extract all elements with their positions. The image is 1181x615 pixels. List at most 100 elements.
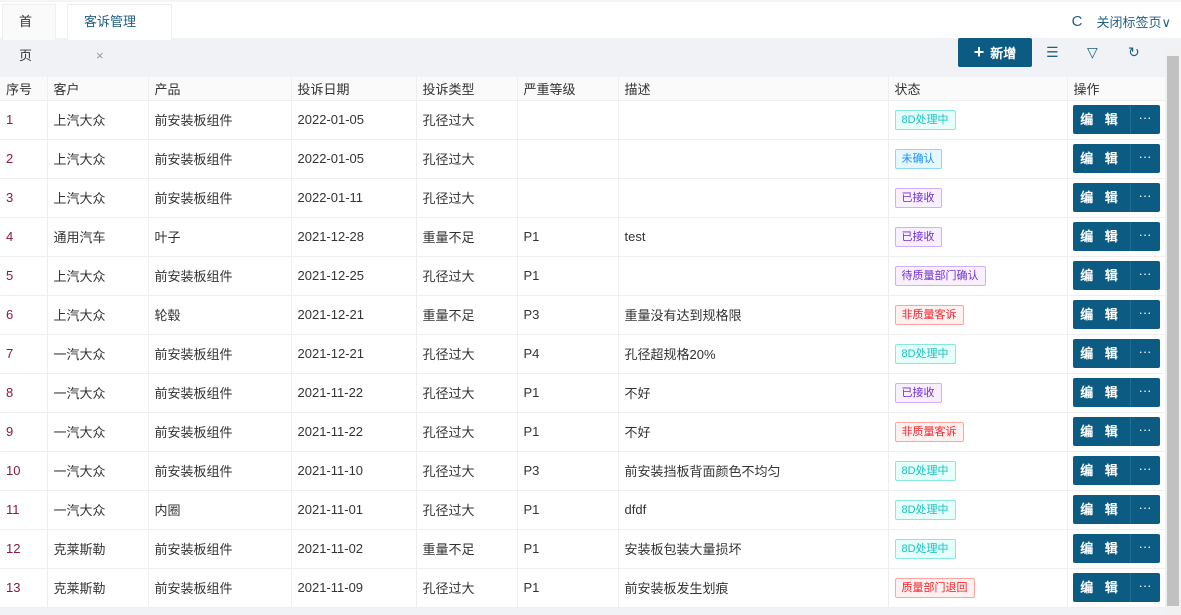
tab-home[interactable]: 首页: [2, 4, 56, 63]
cell-no: 8: [0, 373, 48, 413]
cell-level: P1: [517, 490, 619, 530]
reload-icon[interactable]: ↻: [1128, 44, 1140, 61]
edit-button[interactable]: 编 辑: [1073, 534, 1131, 563]
cell-customer: 一汽大众: [47, 412, 149, 452]
cell-no: 6: [0, 295, 48, 335]
edit-button[interactable]: 编 辑: [1073, 183, 1131, 212]
more-button[interactable]: ···: [1131, 222, 1160, 251]
cell-customer: 上汽大众: [47, 295, 149, 335]
table-row[interactable]: 10 一汽大众 前安装板组件 2021-11-10 孔径过大 P3 前安装挡板背面颜色不均匀…: [0, 451, 1166, 491]
cell-product: 前安装板组件: [148, 178, 292, 218]
refresh-icon[interactable]: C: [1072, 13, 1083, 30]
cell-status: 非质量客诉: [888, 412, 1068, 452]
table-row[interactable]: 5 上汽大众 前安装板组件 2021-12-25 孔径过大 P1 待质量部门确认 编 辑 ···: [0, 256, 1166, 296]
action-group: 编 辑 ···: [1072, 378, 1160, 407]
status-badge: 已接收: [894, 382, 942, 403]
column-header: 描述: [618, 77, 889, 101]
status-badge: 8D处理中: [894, 460, 956, 481]
more-button[interactable]: ···: [1131, 300, 1160, 329]
cell-level: [517, 139, 619, 179]
edit-button[interactable]: 编 辑: [1073, 495, 1131, 524]
edit-button[interactable]: 编 辑: [1073, 339, 1131, 368]
cell-date: 2021-11-22: [291, 412, 417, 452]
more-button[interactable]: ···: [1131, 417, 1160, 446]
cell-customer: 上汽大众: [47, 256, 149, 296]
cell-status: 待质量部门确认: [888, 256, 1068, 296]
cell-desc: [618, 100, 889, 140]
edit-button[interactable]: 编 辑: [1073, 144, 1131, 173]
cell-date: 2021-11-22: [291, 373, 417, 413]
table-row[interactable]: 12 克莱斯勒 前安装板组件 2021-11-02 重量不足 P1 安装板包装大量损坏 8D处…: [0, 529, 1166, 569]
more-button[interactable]: ···: [1131, 339, 1160, 368]
column-header: 客户: [47, 77, 149, 101]
tab-label: 客诉管理: [84, 14, 137, 29]
add-button[interactable]: + 新增: [958, 38, 1032, 67]
more-button[interactable]: ···: [1131, 183, 1160, 212]
more-button[interactable]: ···: [1131, 573, 1160, 602]
edit-button[interactable]: 编 辑: [1073, 222, 1131, 251]
action-group: 编 辑 ···: [1072, 573, 1160, 602]
table-row[interactable]: 9 一汽大众 前安装板组件 2021-11-22 孔径过大 P1 不好 非质量客诉 编 辑 ···: [0, 412, 1166, 452]
close-tabs-dropdown[interactable]: 关闭标签页∨: [1096, 12, 1171, 31]
more-button[interactable]: ···: [1131, 495, 1160, 524]
more-button[interactable]: ···: [1131, 456, 1160, 485]
cell-actions: 编 辑 ···: [1067, 490, 1166, 530]
more-button[interactable]: ···: [1131, 534, 1160, 563]
cell-product: 前安装板组件: [148, 451, 292, 491]
edit-button[interactable]: 编 辑: [1073, 378, 1131, 407]
filter-icon[interactable]: ▽: [1087, 44, 1098, 61]
table-row[interactable]: 3 上汽大众 前安装板组件 2022-01-11 孔径过大 已接收 编 辑 ···: [0, 178, 1166, 218]
cell-customer: 克莱斯勒: [47, 529, 149, 569]
action-group: 编 辑 ···: [1072, 105, 1160, 134]
cell-no: 12: [0, 529, 48, 569]
cell-level: P1: [517, 373, 619, 413]
table-row[interactable]: 13 克莱斯勒 前安装板组件 2021-11-09 孔径过大 P1 前安装板发生划痕 质量部门…: [0, 568, 1166, 608]
cell-customer: 一汽大众: [47, 334, 149, 374]
table-row[interactable]: 8 一汽大众 前安装板组件 2021-11-22 孔径过大 P1 不好 已接收 编 辑 ···: [0, 373, 1166, 413]
action-group: 编 辑 ···: [1072, 183, 1160, 212]
cell-desc: [618, 139, 889, 179]
cell-no: 13: [0, 568, 48, 608]
cell-product: 前安装板组件: [148, 139, 292, 179]
cell-status: 未确认: [888, 139, 1068, 179]
edit-button[interactable]: 编 辑: [1073, 105, 1131, 134]
table-row[interactable]: 7 一汽大众 前安装板组件 2021-12-21 孔径过大 P4 孔径超规格20% 8D处理中…: [0, 334, 1166, 374]
cell-date: 2021-11-02: [291, 529, 417, 569]
more-button[interactable]: ···: [1131, 105, 1160, 134]
edit-button[interactable]: 编 辑: [1073, 261, 1131, 290]
edit-button[interactable]: 编 辑: [1073, 573, 1131, 602]
table-row[interactable]: 6 上汽大众 轮毂 2021-12-21 重量不足 P3 重量没有达到规格限 非质量客诉 编 辑…: [0, 295, 1166, 335]
cell-type: 孔径过大: [416, 100, 518, 140]
table-row[interactable]: 2 上汽大众 前安装板组件 2022-01-05 孔径过大 未确认 编 辑 ···: [0, 139, 1166, 179]
table-row[interactable]: 11 一汽大众 内圈 2021-11-01 孔径过大 P1 dfdf 8D处理中 编 辑 ···: [0, 490, 1166, 530]
cell-status: 8D处理中: [888, 451, 1068, 491]
edit-button[interactable]: 编 辑: [1073, 456, 1131, 485]
edit-button[interactable]: 编 辑: [1073, 300, 1131, 329]
cell-no: 7: [0, 334, 48, 374]
table-row[interactable]: 4 通用汽车 叶子 2021-12-28 重量不足 P1 test 已接收 编 辑 ···: [0, 217, 1166, 257]
more-button[interactable]: ···: [1131, 378, 1160, 407]
cell-no: 3: [0, 178, 48, 218]
cell-desc: 不好: [618, 412, 889, 452]
columns-icon[interactable]: ☰: [1046, 44, 1059, 61]
cell-actions: 编 辑 ···: [1067, 412, 1166, 452]
cell-level: P1: [517, 529, 619, 569]
cell-date: 2022-01-11: [291, 178, 417, 218]
cell-status: 非质量客诉: [888, 295, 1068, 335]
cell-date: 2021-11-09: [291, 568, 417, 608]
cell-no: 11: [0, 490, 48, 530]
cell-type: 孔径过大: [416, 334, 518, 374]
plus-icon: +: [973, 42, 985, 62]
action-group: 编 辑 ···: [1072, 144, 1160, 173]
cell-level: P1: [517, 256, 619, 296]
more-button[interactable]: ···: [1131, 144, 1160, 173]
table-row[interactable]: 1 上汽大众 前安装板组件 2022-01-05 孔径过大 8D处理中 编 辑 ···: [0, 100, 1166, 140]
tab-complaint-management[interactable]: 客诉管理×: [67, 4, 172, 63]
more-button[interactable]: ···: [1131, 261, 1160, 290]
cell-actions: 编 辑 ···: [1067, 139, 1166, 179]
status-badge: 待质量部门确认: [894, 265, 986, 286]
cell-product: 前安装板组件: [148, 412, 292, 452]
edit-button[interactable]: 编 辑: [1073, 417, 1131, 446]
scrollbar-thumb[interactable]: [1167, 56, 1179, 606]
status-badge: 8D处理中: [894, 538, 956, 559]
